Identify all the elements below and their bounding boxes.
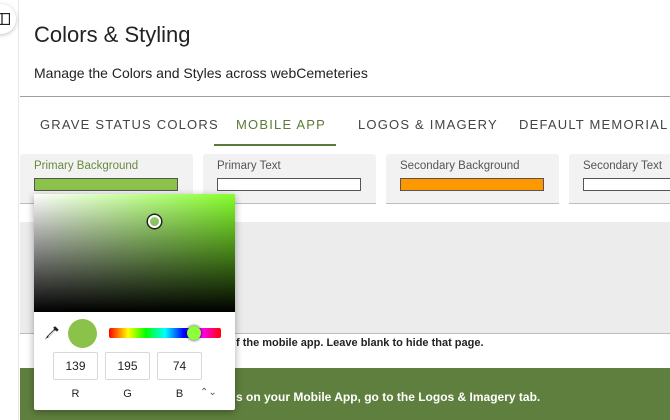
page-subtitle: Manage the Colors and Styles across webC… (34, 65, 368, 81)
saturation-handle[interactable] (148, 215, 161, 228)
saturation-area[interactable] (34, 194, 235, 312)
tab-bar: GRAVE STATUS COLORS MOBILE APP LOGOS & I… (20, 106, 670, 146)
page-divider (18, 0, 19, 420)
field-label: Primary Text (217, 160, 281, 172)
secondary-text-swatch[interactable] (583, 178, 670, 191)
red-value-input[interactable] (53, 352, 98, 380)
collapse-icon (0, 13, 10, 25)
primary-background-swatch[interactable] (34, 178, 178, 191)
secondary-background-field[interactable]: Secondary Background (386, 154, 559, 204)
active-tab-indicator (214, 144, 336, 146)
primary-text-swatch[interactable] (217, 178, 361, 191)
info-banner-text: s on your Mobile App, go to the Logos & … (236, 390, 541, 404)
field-label: Secondary Background (400, 160, 520, 172)
field-label: Secondary Text (583, 160, 663, 172)
tab-mobile-app[interactable]: MOBILE APP (236, 106, 326, 146)
help-text: f the mobile app. Leave blank to hide th… (236, 337, 484, 349)
blue-label: B (175, 388, 184, 400)
secondary-background-swatch[interactable] (400, 178, 544, 191)
page-title: Colors & Styling (34, 22, 191, 47)
sidebar-collapse-button[interactable] (0, 4, 16, 34)
tab-default-memorial[interactable]: DEFAULT MEMORIAL LA (519, 106, 670, 146)
eyedropper-icon[interactable] (44, 325, 60, 341)
green-label: G (123, 388, 132, 400)
secondary-text-field[interactable]: Secondary Text (569, 154, 670, 204)
header-divider (20, 96, 670, 97)
color-picker: R G B ⌃⌄ (34, 194, 235, 410)
field-label: Primary Background (34, 160, 139, 172)
red-label: R (71, 388, 80, 400)
hue-slider[interactable] (109, 328, 221, 338)
color-mode-toggle-icon[interactable]: ⌃⌄ (200, 387, 217, 398)
tab-grave-status-colors[interactable]: GRAVE STATUS COLORS (40, 106, 219, 146)
green-value-input[interactable] (105, 352, 150, 380)
hue-slider-handle[interactable] (187, 326, 201, 340)
color-preview-swatch (68, 319, 97, 348)
tab-logos-imagery[interactable]: LOGOS & IMAGERY (358, 106, 498, 146)
blue-value-input[interactable] (157, 352, 202, 380)
